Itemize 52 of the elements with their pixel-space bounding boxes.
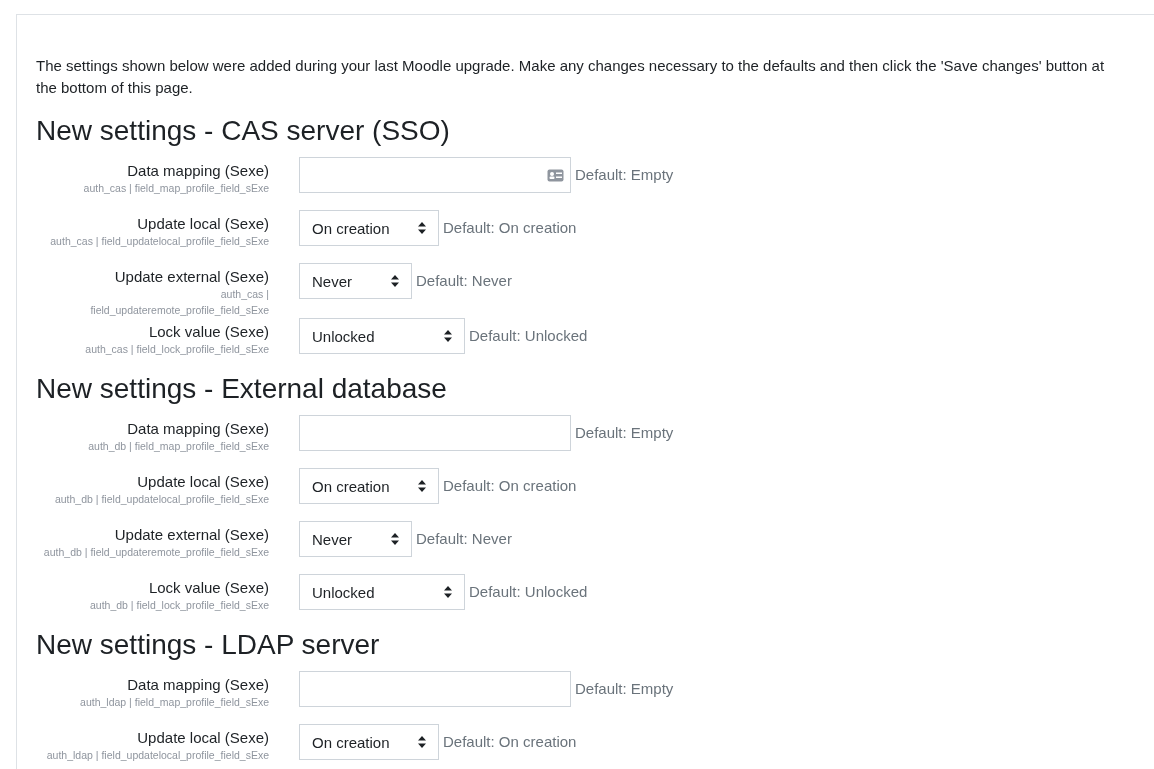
sort-caret-icon: [444, 586, 452, 598]
default-value-text: Default: Unlocked: [469, 582, 588, 602]
default-value-text: Default: Unlocked: [469, 326, 588, 346]
default-value-text: Default: On creation: [443, 732, 577, 752]
setting-key: auth_cas | field_lock_profile_field_sExe: [85, 341, 269, 357]
default-value-text: Default: Empty: [575, 423, 674, 443]
default-value-text: Default: Empty: [575, 165, 674, 185]
contact-card-icon[interactable]: [547, 168, 564, 182]
default-value-text: Default: Never: [416, 529, 512, 549]
setting-label: Update external (Sexe): [114, 267, 269, 286]
text-field[interactable]: [299, 157, 571, 193]
section-heading: New settings - CAS server (SSO): [36, 114, 451, 148]
setting-key: auth_db | field_updateremote_profile_field_sExe: [43, 544, 269, 560]
setting-key: auth_db | field_updatelocal_profile_field_sExe: [54, 491, 269, 507]
default-value-text: Default: Never: [416, 271, 512, 291]
dropdown-select[interactable]: Never: [299, 521, 412, 557]
dropdown-select[interactable]: On creation: [299, 724, 439, 760]
setting-key: auth_cas | field_map_profile_field_sExe: [83, 180, 269, 196]
sort-caret-icon: [391, 533, 399, 545]
default-value-text: Default: Empty: [575, 679, 674, 699]
setting-label: Data mapping (Sexe): [127, 675, 269, 694]
dropdown-select[interactable]: On creation: [299, 210, 439, 246]
setting-label: Lock value (Sexe): [148, 322, 269, 341]
setting-key: auth_db | field_lock_profile_field_sExe: [90, 597, 269, 613]
default-value-text: Default: On creation: [443, 218, 577, 238]
setting-key: auth_db | field_map_profile_field_sExe: [88, 438, 269, 454]
dropdown-select[interactable]: On creation: [299, 468, 439, 504]
setting-label: Update local (Sexe): [137, 472, 269, 491]
setting-label: Lock value (Sexe): [148, 578, 269, 597]
default-value-text: Default: On creation: [443, 476, 577, 496]
setting-label: Data mapping (Sexe): [127, 419, 269, 438]
sort-caret-icon: [391, 275, 399, 287]
setting-label: Data mapping (Sexe): [127, 161, 269, 180]
sort-caret-icon: [444, 330, 452, 342]
sort-caret-icon: [418, 222, 426, 234]
setting-key: auth_cas | field_updatelocal_profile_field_sExe: [50, 233, 269, 249]
dropdown-select[interactable]: Never: [299, 263, 412, 299]
setting-label: Update external (Sexe): [114, 525, 269, 544]
setting-key: auth_ldap | field_map_profile_field_sExe: [80, 694, 269, 710]
sort-caret-icon: [418, 480, 426, 492]
setting-key: auth_ldap | field_updatelocal_profile_field_sExe: [46, 747, 269, 763]
section-heading: New settings - External database: [36, 372, 448, 406]
setting-label: Update local (Sexe): [137, 214, 269, 233]
text-field[interactable]: [299, 415, 571, 451]
text-field[interactable]: [299, 671, 571, 707]
sort-caret-icon: [418, 736, 426, 748]
dropdown-select[interactable]: Unlocked: [299, 574, 465, 610]
setting-key: auth_cas | field_updateremote_profile_field_sExe: [43, 286, 269, 318]
setting-label: Update local (Sexe): [137, 728, 269, 747]
dropdown-select[interactable]: Unlocked: [299, 318, 465, 354]
intro-text: The settings shown below were added during your last Moodle upgrade. Make any changes necessary to the defaults and then click the 'Save changes' button at the bottom of this page.: [36, 56, 1106, 98]
section-heading: New settings - LDAP server: [36, 628, 381, 662]
